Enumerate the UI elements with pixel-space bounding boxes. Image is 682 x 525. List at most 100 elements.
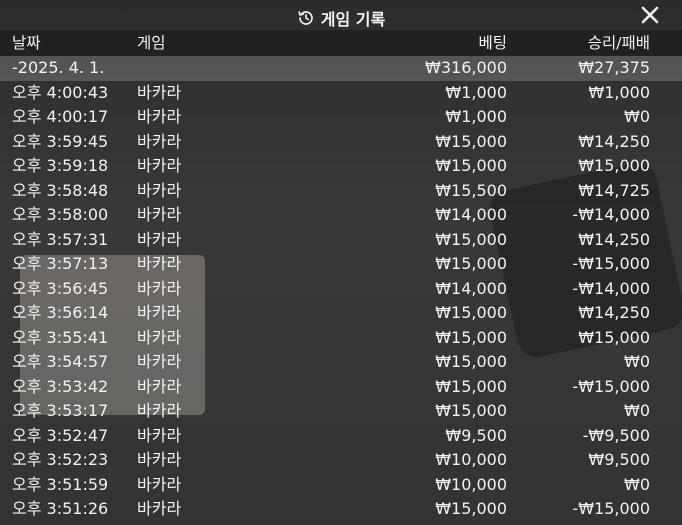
- row-time: 오후 3:55:41: [12, 327, 109, 347]
- table-row[interactable]: 오후 3:51:59 바카라 ₩10,000 ₩0: [0, 473, 682, 498]
- row-game: 바카라: [137, 474, 182, 494]
- row-time: 오후 3:58:48: [12, 180, 109, 200]
- row-time: 오후 3:52:47: [12, 425, 109, 445]
- date-summary-row[interactable]: -2025. 4. 1. ₩316,000 ₩27,375: [0, 56, 682, 81]
- row-result: ₩14,250: [578, 131, 650, 151]
- row-result: ₩15,000: [578, 156, 650, 175]
- row-result: -₩15,000: [572, 376, 650, 396]
- panel-header: 게임 기록: [0, 0, 682, 30]
- row-game: 바카라: [137, 450, 182, 469]
- table-row[interactable]: 오후 3:57:31 바카라 ₩15,000 ₩14,250: [0, 228, 682, 253]
- row-bet: ₩15,000: [435, 303, 507, 322]
- summary-result: ₩27,375: [578, 58, 650, 77]
- row-bet: ₩15,000: [435, 131, 507, 151]
- row-bet: ₩14,000: [435, 205, 507, 224]
- table-row[interactable]: 오후 4:00:43 바카라 ₩1,000 ₩1,000: [0, 81, 682, 106]
- row-time: 오후 4:00:17: [12, 107, 109, 126]
- table-row[interactable]: 오후 3:57:13 바카라 ₩15,000 -₩15,000: [0, 252, 682, 277]
- row-bet: ₩10,000: [435, 474, 507, 494]
- row-result: ₩0: [624, 352, 650, 371]
- summary-bet: ₩316,000: [425, 58, 507, 77]
- table-row[interactable]: 오후 3:56:45 바카라 ₩14,000 -₩14,000: [0, 277, 682, 302]
- row-time: 오후 3:56:14: [12, 303, 109, 322]
- table-row[interactable]: 오후 4:00:17 바카라 ₩1,000 ₩0: [0, 105, 682, 130]
- row-game: 바카라: [137, 205, 182, 224]
- row-game: 바카라: [137, 401, 182, 420]
- title-text: 게임 기록: [320, 10, 386, 29]
- row-result: ₩14,250: [578, 303, 650, 322]
- row-time: 오후 3:54:57: [12, 352, 109, 371]
- row-bet: ₩15,500: [435, 180, 507, 200]
- row-bet: ₩15,000: [435, 499, 507, 518]
- table-row[interactable]: 오후 3:52:23 바카라 ₩10,000 ₩9,500: [0, 448, 682, 473]
- row-result: -₩9,500: [582, 425, 650, 445]
- row-time: 오후 3:53:42: [12, 376, 109, 396]
- row-result: ₩15,000: [578, 327, 650, 347]
- row-game: 바카라: [137, 278, 182, 298]
- row-bet: ₩15,000: [435, 376, 507, 396]
- row-result: -₩14,000: [572, 278, 650, 298]
- game-history-panel: 게임 기록 날짜 게임 베팅 승리/패배 -2025. 4. 1. ₩316,0…: [0, 0, 682, 525]
- row-game: 바카라: [137, 327, 182, 347]
- table-row[interactable]: 오후 3:58:00 바카라 ₩14,000 -₩14,000: [0, 203, 682, 228]
- table-row[interactable]: 오후 3:53:17 바카라 ₩15,000 ₩0: [0, 399, 682, 424]
- row-bet: ₩15,000: [435, 352, 507, 371]
- table-header-row: 날짜 게임 베팅 승리/패배: [0, 30, 682, 56]
- history-table: 날짜 게임 베팅 승리/패배 -2025. 4. 1. ₩316,000 ₩27…: [0, 30, 682, 522]
- row-result: -₩14,000: [572, 205, 650, 224]
- row-game: 바카라: [137, 82, 182, 102]
- row-result: ₩0: [624, 401, 650, 420]
- table-row[interactable]: 오후 3:54:57 바카라 ₩15,000 ₩0: [0, 350, 682, 375]
- row-result: -₩15,000: [572, 499, 650, 518]
- row-game: 바카라: [137, 352, 182, 371]
- row-result: -₩15,000: [572, 254, 650, 273]
- row-result: ₩1,000: [588, 82, 650, 102]
- row-time: 오후 4:00:43: [12, 82, 109, 102]
- row-time: 오후 3:58:00: [12, 205, 109, 224]
- row-bet: ₩15,000: [435, 156, 507, 175]
- row-game: 바카라: [137, 499, 182, 518]
- row-time: 오후 3:59:18: [12, 156, 109, 175]
- row-time: 오후 3:51:59: [12, 474, 109, 494]
- table-row[interactable]: 오후 3:51:26 바카라 ₩15,000 -₩15,000: [0, 497, 682, 522]
- row-bet: ₩9,500: [445, 425, 507, 445]
- table-row[interactable]: 오후 3:55:41 바카라 ₩15,000 ₩15,000: [0, 326, 682, 351]
- table-row[interactable]: 오후 3:52:47 바카라 ₩9,500 -₩9,500: [0, 424, 682, 449]
- row-bet: ₩15,000: [435, 254, 507, 273]
- row-bet: ₩15,000: [435, 229, 507, 249]
- table-row[interactable]: 오후 3:53:42 바카라 ₩15,000 -₩15,000: [0, 375, 682, 400]
- row-game: 바카라: [137, 180, 182, 200]
- row-time: 오후 3:53:17: [12, 401, 109, 420]
- close-icon[interactable]: [640, 5, 660, 25]
- row-time: 오후 3:59:45: [12, 131, 109, 151]
- row-game: 바카라: [137, 229, 182, 249]
- column-header-game: 게임: [137, 34, 166, 52]
- table-row[interactable]: 오후 3:59:18 바카라 ₩15,000 ₩15,000: [0, 154, 682, 179]
- row-time: 오후 3:57:31: [12, 229, 109, 249]
- row-game: 바카라: [137, 376, 182, 396]
- row-time: 오후 3:56:45: [12, 278, 109, 298]
- row-result: ₩14,725: [578, 180, 650, 200]
- row-game: 바카라: [137, 156, 182, 175]
- row-game: 바카라: [137, 254, 182, 273]
- row-game: 바카라: [137, 107, 182, 126]
- summary-date: -2025. 4. 1.: [12, 58, 105, 77]
- row-bet: ₩1,000: [445, 107, 507, 126]
- row-time: 오후 3:51:26: [12, 499, 109, 518]
- row-bet: ₩15,000: [435, 327, 507, 347]
- column-header-bet: 베팅: [478, 34, 507, 52]
- row-game: 바카라: [137, 425, 182, 445]
- column-header-result: 승리/패배: [587, 34, 650, 52]
- row-time: 오후 3:57:13: [12, 254, 109, 273]
- table-row[interactable]: 오후 3:56:14 바카라 ₩15,000 ₩14,250: [0, 301, 682, 326]
- row-bet: ₩10,000: [435, 450, 507, 469]
- row-bet: ₩14,000: [435, 278, 507, 298]
- table-row[interactable]: 오후 3:58:48 바카라 ₩15,500 ₩14,725: [0, 179, 682, 204]
- row-game: 바카라: [137, 303, 182, 322]
- row-bet: ₩15,000: [435, 401, 507, 420]
- row-result: ₩14,250: [578, 229, 650, 249]
- row-result: ₩0: [624, 474, 650, 494]
- history-icon: [298, 11, 313, 25]
- panel-title: 게임 기록: [0, 6, 682, 30]
- table-row[interactable]: 오후 3:59:45 바카라 ₩15,000 ₩14,250: [0, 130, 682, 155]
